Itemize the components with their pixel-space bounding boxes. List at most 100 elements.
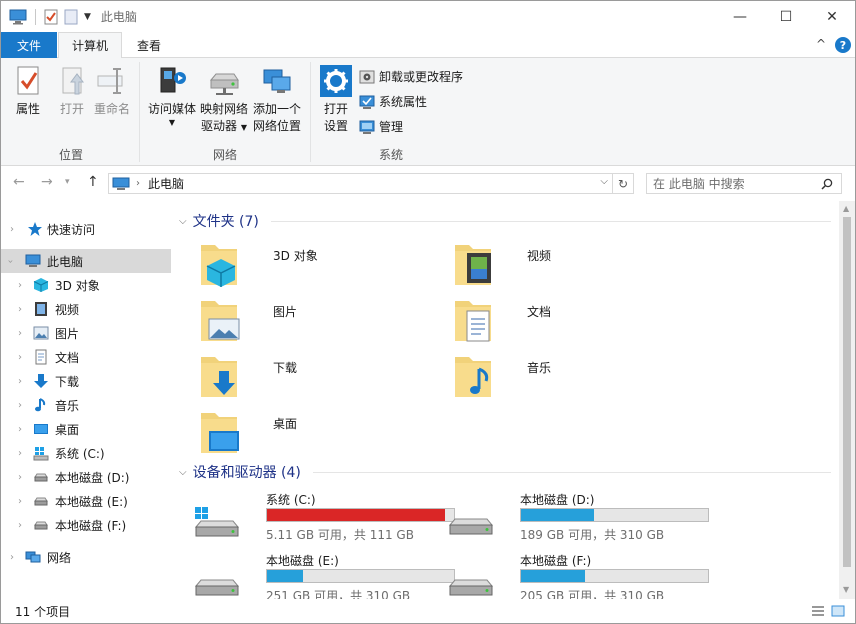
folder-3d-objects[interactable]: 3D 对象 <box>199 241 449 291</box>
navigation-pane: › 快速访问 › 此电脑 › 3D 对象 › 视频 › 图片 › 文档 › 下载… <box>1 201 171 599</box>
nav-videos[interactable]: › 视频 <box>1 297 171 321</box>
tab-computer[interactable]: 计算机 <box>58 32 122 59</box>
drive-space-info: 189 GB 可用，共 310 GB <box>520 528 665 542</box>
help-icon[interactable]: ? <box>835 37 851 53</box>
new-folder-icon[interactable] <box>64 9 78 25</box>
drive-f[interactable]: 本地磁盘 (F:) 205 GB 可用，共 310 GB <box>447 552 709 599</box>
manage-button[interactable]: 管理 <box>359 118 403 135</box>
details-view-icon[interactable] <box>811 605 825 617</box>
address-dropdown-icon[interactable]: ⌵ <box>600 176 608 187</box>
collapse-chevron-icon[interactable]: ⌵ <box>179 467 187 478</box>
breadcrumb-this-pc[interactable]: 此电脑 <box>148 175 184 192</box>
scroll-down-icon[interactable]: ▼ <box>843 585 849 594</box>
forward-arrow-icon[interactable]: → <box>41 174 53 190</box>
drive-c[interactable]: 系统 (C:) 5.11 GB 可用，共 111 GB <box>193 491 455 549</box>
network-group-label: 网络 <box>213 148 238 162</box>
expand-chevron-icon[interactable]: › <box>18 472 22 483</box>
collapse-chevron-icon[interactable]: › <box>5 259 16 263</box>
properties-button[interactable]: 属性 <box>11 64 45 118</box>
refresh-button[interactable]: ↻ <box>613 173 634 194</box>
open-button[interactable]: 打开 <box>55 64 89 118</box>
drive-e[interactable]: 本地磁盘 (E:) 251 GB 可用，共 310 GB <box>193 552 455 599</box>
tab-file[interactable]: 文件 <box>1 32 57 58</box>
expand-chevron-icon[interactable]: › <box>18 328 22 339</box>
download-arrow-icon <box>34 374 48 388</box>
nav-label: 文档 <box>55 350 80 365</box>
nav-drive-e[interactable]: › 本地磁盘 (E:) <box>1 489 171 513</box>
collapse-chevron-icon[interactable]: ⌵ <box>179 216 187 227</box>
maximize-button[interactable]: ☐ <box>763 1 809 32</box>
nav-pictures[interactable]: › 图片 <box>1 321 171 345</box>
back-arrow-icon[interactable]: ← <box>13 174 25 190</box>
nav-drive-f[interactable]: › 本地磁盘 (F:) <box>1 513 171 537</box>
search-input[interactable]: 在 此电脑 中搜索 <box>646 173 842 194</box>
add-network-location-button[interactable]: 添加一个 网络位置 <box>251 64 303 135</box>
system-properties-button[interactable]: 系统属性 <box>359 93 427 110</box>
nav-quick-access[interactable]: › 快速访问 <box>1 217 171 241</box>
expand-chevron-icon[interactable]: › <box>18 280 22 291</box>
expand-chevron-icon[interactable]: › <box>18 304 22 315</box>
folder-name: 文档 <box>527 305 552 319</box>
this-pc-icon[interactable] <box>9 9 27 25</box>
expand-chevron-icon[interactable]: › <box>10 552 14 563</box>
minimize-button[interactable]: — <box>717 1 763 32</box>
ribbon-tabs: 文件 计算机 查看 ^ ? <box>1 32 855 59</box>
explorer-window: ▼ 此电脑 — ☐ ✕ 文件 计算机 查看 ^ ? 属性 打开 重命名 位置 访… <box>0 0 856 624</box>
large-icons-view-icon[interactable] <box>831 605 845 617</box>
expand-chevron-icon[interactable]: › <box>18 424 22 435</box>
expand-chevron-icon[interactable]: › <box>18 400 22 411</box>
folder-videos[interactable]: 视频 <box>453 241 703 291</box>
nav-drive-d[interactable]: › 本地磁盘 (D:) <box>1 465 171 489</box>
hard-drive-icon <box>34 521 48 530</box>
access-media-button[interactable]: 访问媒体 ▼ <box>146 64 198 128</box>
recent-locations-icon[interactable]: ▾ <box>65 177 70 187</box>
expand-chevron-icon[interactable]: › <box>18 496 22 507</box>
nav-music[interactable]: › 音乐 <box>1 393 171 417</box>
expand-chevron-icon[interactable]: › <box>10 224 14 235</box>
scroll-thumb[interactable] <box>843 217 851 567</box>
folders-section-header[interactable]: ⌵ 文件夹 (7) <box>179 211 259 231</box>
drives-header-label: 设备和驱动器 (4) <box>192 465 301 481</box>
drives-section-header[interactable]: ⌵ 设备和驱动器 (4) <box>179 462 301 482</box>
nav-documents[interactable]: › 文档 <box>1 345 171 369</box>
qat-dropdown-icon[interactable]: ▼ <box>84 12 91 22</box>
folder-documents[interactable]: 文档 <box>453 297 703 347</box>
this-pc-icon <box>112 177 130 190</box>
hard-drive-icon <box>448 518 494 535</box>
collapse-ribbon-icon[interactable]: ^ <box>816 37 826 51</box>
folder-music[interactable]: 音乐 <box>453 353 703 403</box>
folder-desktop[interactable]: 桌面 <box>199 409 449 459</box>
breadcrumb-chevron-icon[interactable]: › <box>136 178 140 189</box>
open-settings-button[interactable]: 打开 设置 <box>319 64 353 135</box>
folder-downloads[interactable]: 下载 <box>199 353 449 403</box>
drive-d[interactable]: 本地磁盘 (D:) 189 GB 可用，共 310 GB <box>447 491 709 549</box>
hard-drive-icon <box>194 579 240 596</box>
vertical-scrollbar[interactable]: ▲ ▼ <box>839 201 855 599</box>
expand-chevron-icon[interactable]: › <box>18 520 22 531</box>
expand-chevron-icon[interactable]: › <box>18 448 22 459</box>
nav-this-pc[interactable]: › 此电脑 <box>1 249 171 273</box>
address-box[interactable]: › 此电脑 ⌵ <box>108 173 613 194</box>
close-button[interactable]: ✕ <box>809 1 855 32</box>
nav-downloads[interactable]: › 下载 <box>1 369 171 393</box>
folder-pictures[interactable]: 图片 <box>199 297 449 347</box>
map-network-drive-button[interactable]: 映射网络 驱动器 ▼ <box>199 64 249 136</box>
expand-chevron-icon[interactable]: › <box>18 352 22 363</box>
nav-drive-c[interactable]: › 系统 (C:) <box>1 441 171 465</box>
scroll-up-icon[interactable]: ▲ <box>843 204 849 213</box>
nav-network[interactable]: › 网络 <box>1 545 171 569</box>
properties-check-icon[interactable] <box>44 9 58 25</box>
uninstall-programs-button[interactable]: 卸载或更改程序 <box>359 68 463 85</box>
drive-space-info: 205 GB 可用，共 310 GB <box>520 589 665 599</box>
desktop-icon <box>34 424 48 434</box>
properties-label: 属性 <box>15 102 40 116</box>
drive-usage-bar <box>520 569 709 583</box>
drive-name: 系统 (C:) <box>266 493 316 507</box>
up-arrow-icon[interactable]: ↑ <box>87 174 99 190</box>
rename-button[interactable]: 重命名 <box>93 64 131 118</box>
nav-3d-objects[interactable]: › 3D 对象 <box>1 273 171 297</box>
nav-desktop[interactable]: › 桌面 <box>1 417 171 441</box>
tab-view[interactable]: 查看 <box>123 32 175 58</box>
expand-chevron-icon[interactable]: › <box>18 376 22 387</box>
nav-label: 此电脑 <box>47 254 84 269</box>
